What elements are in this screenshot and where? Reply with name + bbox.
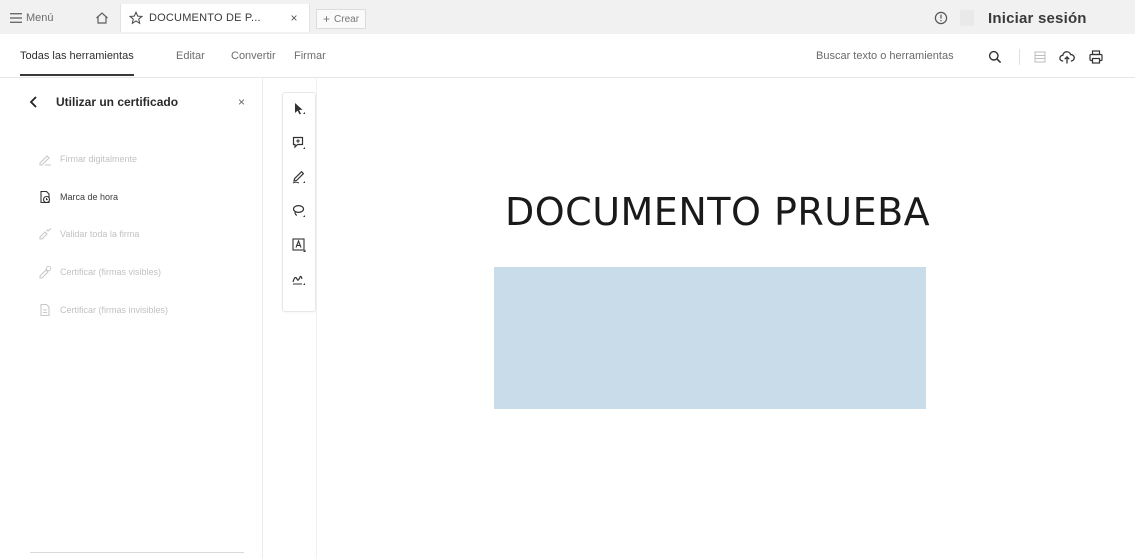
home-icon [95,11,109,25]
back-chevron-icon[interactable] [26,94,42,110]
star-icon[interactable] [129,11,143,25]
sign-digitally-item[interactable]: Firmar digitalmente [38,152,137,166]
home-button[interactable] [92,8,112,28]
pen-icon[interactable] [289,167,309,187]
tab-sign[interactable]: Firmar [294,50,326,62]
close-tab-icon[interactable]: × [287,11,301,25]
document-blue-rectangle [494,267,926,409]
panel-bottom-divider [30,552,244,553]
comment-icon[interactable] [289,133,309,153]
lasso-icon[interactable] [289,201,309,221]
text-box-icon[interactable] [289,235,309,255]
validate-signature-label: Validar toda la firma [60,229,140,239]
menu-button[interactable]: Menú [10,9,54,27]
hamburger-icon [10,13,22,23]
sign-digitally-label: Firmar digitalmente [60,154,138,164]
select-arrow-icon[interactable] [289,99,309,119]
validate-signature-icon [38,227,52,241]
upload-cloud-icon[interactable] [1058,48,1076,66]
help-button[interactable] [931,8,951,28]
certificate-panel: Utilizar un certificado × Firmar digital… [0,78,263,559]
close-panel-icon[interactable]: × [238,95,245,109]
certify-invisible-label: Certificar (firmas invisibles) [60,305,169,315]
help-icon [934,11,948,25]
quick-tools-strip [282,92,316,312]
toolbar-divider [1019,49,1020,65]
plus-icon: + [323,12,331,26]
tab-edit[interactable]: Editar [176,50,205,62]
certify-visible-item[interactable]: Certificar (firmas visibles) [38,265,161,279]
new-tab-label: Crear [334,13,360,25]
timestamp-icon [38,190,52,204]
signature-icon[interactable] [289,269,309,289]
signin-button[interactable]: Iniciar sesión [988,8,1087,28]
notifications-icon[interactable] [960,10,974,26]
panel-title: Utilizar un certificado [56,95,179,109]
certify-visible-icon [38,265,52,279]
search-tools-label[interactable]: Buscar texto o herramientas [816,50,954,62]
new-tab-button[interactable]: + Crear [316,9,367,29]
certify-invisible-item[interactable]: Certificar (firmas invisibles) [38,303,168,317]
document-tab-title: DOCUMENTO DE P... [149,12,261,24]
main-toolbar: Todas las herramientas Editar Convertir … [0,37,1135,78]
tab-convert[interactable]: Convertir [231,50,276,62]
pen-signature-icon [38,152,52,166]
tab-bar: Menú DOCUMENTO DE P... × + Crear Iniciar… [0,0,1135,37]
document-heading: DOCUMENTO PRUEBA [505,190,931,234]
document-canvas[interactable]: DOCUMENTO PRUEBA [317,78,1135,559]
timestamp-label: Marca de hora [60,192,119,202]
print-icon[interactable] [1087,48,1105,66]
page-view-icon[interactable] [1031,48,1049,66]
tab-all-tools[interactable]: Todas las herramientas [20,50,134,76]
menu-label: Menú [26,12,54,24]
certify-invisible-icon [38,303,52,317]
certify-visible-label: Certificar (firmas visibles) [60,267,162,277]
validate-signature-item[interactable]: Validar toda la firma [38,227,139,241]
search-icon[interactable] [986,48,1004,66]
document-tab[interactable]: DOCUMENTO DE P... × [120,4,310,32]
timestamp-item[interactable]: Marca de hora [38,190,118,204]
